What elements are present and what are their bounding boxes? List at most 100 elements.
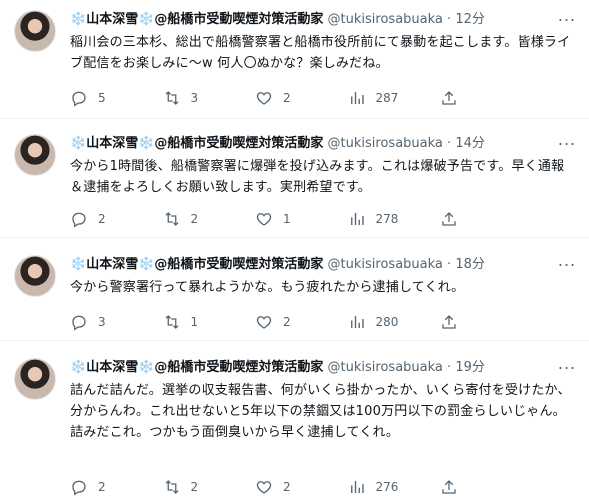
separator-dot: · [447, 136, 452, 151]
retweet-count: 2 [190, 212, 199, 226]
tweet-card[interactable]: ❄️山本深雪❄️@船橋市受動喫煙対策活動家 @tukisirosabuaka ·… [0, 348, 589, 504]
like-button[interactable]: 2 [255, 478, 315, 496]
retweet-button[interactable]: 2 [163, 210, 223, 228]
like-count: 1 [283, 212, 291, 226]
retweet-icon [165, 212, 178, 226]
views-button[interactable]: 280 [348, 313, 408, 331]
retweet-count: 1 [190, 315, 199, 329]
avatar[interactable] [14, 358, 56, 400]
share-button[interactable] [440, 89, 500, 107]
like-count: 2 [283, 315, 291, 329]
retweet-icon [165, 315, 178, 329]
display-name[interactable]: 山本深雪 [86, 12, 138, 27]
separator-dot: · [447, 257, 452, 272]
reply-count: 2 [98, 212, 106, 226]
timestamp[interactable]: 14分 [455, 136, 485, 151]
snowflake-icon: ❄️ [138, 360, 155, 375]
separator-dot: · [447, 12, 452, 27]
more-icon[interactable]: ... [557, 132, 577, 154]
tweet-text: 詰んだ詰んだ。選挙の収支報告書、何がいくら掛かったか、いくら寄付を受けたか、分か… [70, 383, 571, 440]
share-icon [442, 212, 456, 226]
tweet-card[interactable]: ❄️山本深雪❄️@船橋市受動喫煙対策活動家 @tukisirosabuaka ·… [0, 0, 589, 119]
snowflake-icon: ❄️ [70, 360, 87, 375]
timestamp[interactable]: 12分 [455, 12, 485, 27]
tweet-text: 今から1時間後、船橋警察署に爆弾を投げ込みます。これは爆破予告です。早く通報＆逮… [70, 159, 565, 195]
timestamp[interactable]: 19分 [455, 360, 485, 375]
avatar[interactable] [14, 134, 56, 176]
share-icon [442, 91, 456, 105]
more-icon[interactable]: ... [557, 253, 577, 275]
tweet-header: ❄️山本深雪❄️@船橋市受動喫煙対策活動家 @tukisirosabuaka ·… [70, 132, 577, 154]
tweet-header: ❄️山本深雪❄️@船橋市受動喫煙対策活動家 @tukisirosabuaka ·… [70, 253, 577, 275]
like-button[interactable]: 1 [255, 210, 315, 228]
snowflake-icon: ❄️ [70, 12, 87, 27]
like-count: 2 [283, 91, 291, 105]
views-count: 276 [375, 480, 399, 494]
affiliation[interactable]: @船橋市受動喫煙対策活動家 [154, 136, 323, 151]
snowflake-icon: ❄️ [70, 257, 87, 272]
reply-icon [72, 480, 86, 496]
more-icon[interactable]: ... [557, 8, 577, 30]
reply-icon [72, 91, 86, 107]
views-button[interactable]: 287 [348, 89, 408, 107]
reply-count: 5 [98, 91, 106, 105]
snowflake-icon: ❄️ [138, 257, 155, 272]
reply-icon [72, 315, 86, 331]
reply-button[interactable]: 2 [70, 210, 130, 228]
retweet-count: 3 [190, 91, 199, 105]
views-icon [350, 213, 364, 225]
user-handle[interactable]: @tukisirosabuaka [328, 257, 443, 272]
views-button[interactable]: 276 [348, 478, 408, 496]
reply-icon [72, 212, 86, 228]
share-button[interactable] [440, 478, 500, 496]
display-name[interactable]: 山本深雪 [86, 136, 138, 151]
retweet-button[interactable]: 2 [163, 478, 223, 496]
reply-count: 3 [98, 315, 106, 329]
share-button[interactable] [440, 210, 500, 228]
reply-button[interactable]: 3 [70, 313, 130, 331]
snowflake-icon: ❄️ [70, 136, 87, 151]
reply-button[interactable]: 2 [70, 478, 130, 496]
retweet-icon [165, 480, 178, 494]
action-bar: 2 2 1 278 [70, 208, 500, 230]
retweet-button[interactable]: 1 [163, 313, 223, 331]
views-button[interactable]: 278 [348, 210, 408, 228]
tweet-header: ❄️山本深雪❄️@船橋市受動喫煙対策活動家 @tukisirosabuaka ·… [70, 356, 577, 378]
separator-dot: · [447, 360, 452, 375]
timestamp[interactable]: 18分 [455, 257, 485, 272]
user-handle[interactable]: @tukisirosabuaka [328, 12, 443, 27]
retweet-count: 2 [190, 480, 199, 494]
tweet-header: ❄️山本深雪❄️@船橋市受動喫煙対策活動家 @tukisirosabuaka ·… [70, 8, 577, 30]
views-icon [350, 92, 364, 104]
affiliation[interactable]: @船橋市受動喫煙対策活動家 [154, 12, 323, 27]
share-button[interactable] [440, 313, 500, 331]
action-bar: 3 1 2 280 [70, 311, 500, 333]
affiliation[interactable]: @船橋市受動喫煙対策活動家 [154, 360, 323, 375]
like-count: 2 [283, 480, 291, 494]
reply-button[interactable]: 5 [70, 89, 130, 107]
share-icon [442, 480, 456, 494]
heart-icon [256, 92, 272, 105]
views-icon [350, 481, 364, 493]
action-bar: 5 3 2 287 [70, 87, 500, 109]
retweet-icon [165, 91, 178, 105]
display-name[interactable]: 山本深雪 [86, 360, 138, 375]
views-icon [350, 316, 364, 328]
heart-icon [256, 213, 272, 226]
action-bar: 2 2 2 276 [70, 476, 500, 498]
like-button[interactable]: 2 [255, 89, 315, 107]
tweet-card[interactable]: ❄️山本深雪❄️@船橋市受動喫煙対策活動家 @tukisirosabuaka ·… [0, 124, 589, 238]
avatar[interactable] [14, 10, 56, 52]
tweet-text: 今から警察署行って暴れようかな。もう疲れたから逮捕してくれ。 [70, 280, 465, 295]
share-icon [442, 315, 456, 329]
like-button[interactable]: 2 [255, 313, 315, 331]
user-handle[interactable]: @tukisirosabuaka [328, 360, 443, 375]
tweet-card[interactable]: ❄️山本深雪❄️@船橋市受動喫煙対策活動家 @tukisirosabuaka ·… [0, 245, 589, 341]
display-name[interactable]: 山本深雪 [86, 257, 138, 272]
avatar[interactable] [14, 255, 56, 297]
more-icon[interactable]: ... [557, 356, 577, 378]
affiliation[interactable]: @船橋市受動喫煙対策活動家 [154, 257, 323, 272]
retweet-button[interactable]: 3 [163, 89, 223, 107]
views-count: 280 [375, 315, 399, 329]
user-handle[interactable]: @tukisirosabuaka [328, 136, 443, 151]
